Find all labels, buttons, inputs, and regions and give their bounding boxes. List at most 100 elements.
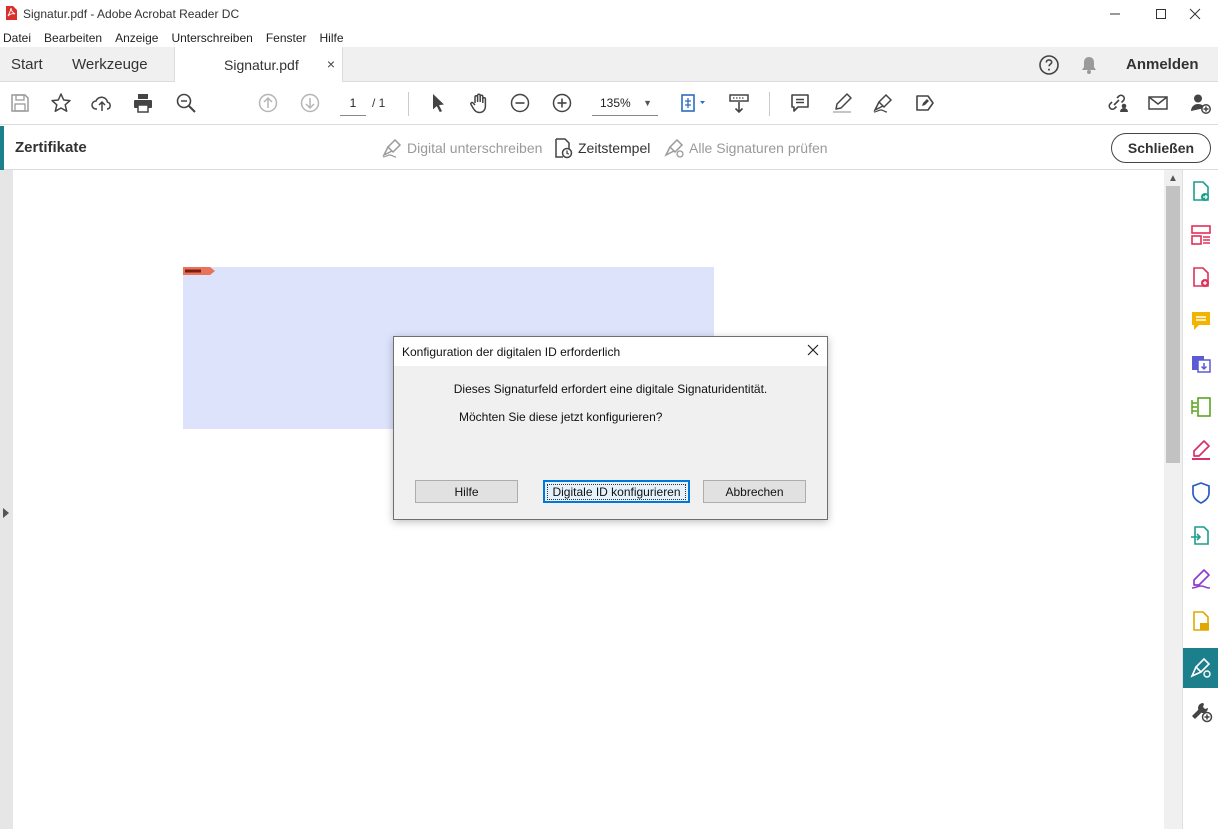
export-pdf-icon bbox=[1193, 181, 1209, 201]
certificates-accent-bar bbox=[0, 126, 4, 170]
sign-digitally-label: Digital unterschreiben bbox=[407, 140, 543, 156]
scroll-mode-icon bbox=[729, 94, 749, 114]
send-comments-tool[interactable] bbox=[1183, 602, 1218, 642]
upload-button[interactable] bbox=[90, 91, 114, 115]
expand-pane-arrow-icon[interactable] bbox=[3, 508, 9, 518]
bookmark-star-button[interactable] bbox=[49, 91, 73, 115]
arrow-down-circle-icon bbox=[300, 93, 320, 113]
tab-close-icon[interactable]: × bbox=[327, 56, 335, 72]
comment-icon bbox=[791, 94, 809, 112]
dialog-close-icon[interactable] bbox=[805, 342, 821, 358]
zoom-in-button[interactable] bbox=[550, 91, 574, 115]
tab-document[interactable]: Signatur.pdf × bbox=[174, 47, 343, 83]
save-button[interactable] bbox=[8, 91, 32, 115]
menu-bearbeiten[interactable]: Bearbeiten bbox=[44, 31, 102, 45]
highlight-button[interactable] bbox=[830, 91, 854, 115]
signin-button[interactable]: Anmelden bbox=[1126, 56, 1199, 73]
scrollbar-thumb[interactable] bbox=[1166, 186, 1180, 463]
scan-ocr-tool[interactable] bbox=[1183, 387, 1218, 427]
zoom-level-select[interactable]: 135% ▼ bbox=[592, 94, 658, 116]
timestamp-button[interactable]: Zeitstempel bbox=[552, 137, 650, 159]
tab-tools[interactable]: Werkzeuge bbox=[72, 56, 148, 73]
print-button[interactable] bbox=[131, 91, 155, 115]
digital-id-dialog: Konfiguration der digitalen ID erforderl… bbox=[393, 336, 828, 520]
dialog-cancel-button[interactable]: Abbrechen bbox=[703, 480, 806, 503]
minus-circle-icon bbox=[510, 93, 530, 113]
validate-all-label: Alle Signaturen prüfen bbox=[689, 140, 828, 156]
create-pdf-tool[interactable] bbox=[1183, 258, 1218, 298]
organize-pages-tool[interactable] bbox=[1183, 215, 1218, 255]
highlighter-pen-icon bbox=[833, 93, 852, 113]
fill-sign-icon bbox=[1192, 440, 1210, 460]
menu-datei[interactable]: Datei bbox=[3, 31, 31, 45]
configure-digital-id-button[interactable]: Digitale ID konfigurieren bbox=[543, 480, 690, 503]
certificates-tool[interactable] bbox=[1183, 648, 1218, 688]
menu-hilfe[interactable]: Hilfe bbox=[320, 31, 344, 45]
zoom-search-button[interactable] bbox=[174, 91, 198, 115]
page-number-input[interactable]: 1 bbox=[340, 94, 366, 116]
pen-validate-icon bbox=[664, 138, 684, 158]
organize-pages-icon bbox=[1191, 225, 1211, 245]
email-button[interactable] bbox=[1146, 91, 1170, 115]
close-icon bbox=[1189, 8, 1201, 20]
page-fit-button[interactable] bbox=[677, 91, 709, 115]
zoom-out-magnifier-icon bbox=[176, 93, 196, 113]
send-for-signature-button[interactable] bbox=[913, 91, 937, 115]
minimize-icon bbox=[1110, 13, 1120, 15]
main-toolbar: 1 / 1 135% ▼ bbox=[0, 82, 1218, 125]
comment-button[interactable] bbox=[788, 91, 812, 115]
arrow-up-circle-icon bbox=[258, 93, 278, 113]
shield-icon bbox=[1192, 482, 1210, 504]
dialog-message-2: Möchten Sie diese jetzt konfigurieren? bbox=[459, 410, 663, 424]
more-tools[interactable] bbox=[1183, 691, 1218, 731]
wrench-plus-icon bbox=[1192, 703, 1213, 723]
printer-icon bbox=[134, 94, 152, 113]
cursor-arrow-icon bbox=[433, 94, 444, 113]
request-signatures-tool[interactable] bbox=[1183, 559, 1218, 599]
menu-anzeige[interactable]: Anzeige bbox=[115, 31, 158, 45]
menu-fenster[interactable]: Fenster bbox=[266, 31, 307, 45]
share-link-button[interactable] bbox=[1104, 91, 1132, 115]
zoom-out-button[interactable] bbox=[508, 91, 532, 115]
pen-sign-icon bbox=[382, 138, 402, 158]
share-tool[interactable] bbox=[1183, 516, 1218, 556]
hand-tool-button[interactable] bbox=[467, 91, 491, 115]
dialog-header: Konfiguration der digitalen ID erforderl… bbox=[394, 337, 827, 366]
toolbar-divider bbox=[408, 92, 409, 116]
dialog-message-1: Dieses Signaturfeld erfordert eine digit… bbox=[453, 382, 768, 396]
left-navigation-pane-collapsed[interactable] bbox=[0, 170, 13, 829]
sign-digitally-button[interactable]: Digital unterschreiben bbox=[381, 137, 542, 159]
fountain-pen-sign-icon bbox=[873, 93, 893, 113]
close-certificates-button[interactable]: Schließen bbox=[1111, 133, 1211, 163]
scroll-up-arrow-icon[interactable]: ▲ bbox=[1168, 173, 1178, 184]
previous-page-button[interactable] bbox=[256, 91, 280, 115]
star-icon bbox=[51, 93, 71, 112]
vertical-scrollbar[interactable]: ▲ bbox=[1164, 170, 1182, 829]
minimize-button[interactable] bbox=[1092, 0, 1138, 28]
cloud-upload-icon bbox=[91, 96, 111, 111]
acrobat-app-icon bbox=[6, 6, 17, 20]
scrolling-mode-button[interactable] bbox=[727, 91, 751, 115]
link-share-icon bbox=[1108, 94, 1128, 112]
help-icon[interactable] bbox=[1038, 54, 1060, 76]
dialog-help-button[interactable]: Hilfe bbox=[415, 480, 518, 503]
window-title: Signatur.pdf - Adobe Acrobat Reader DC bbox=[23, 7, 240, 21]
menu-unterschreiben[interactable]: Unterschreiben bbox=[171, 31, 252, 45]
notifications-bell-icon[interactable] bbox=[1078, 54, 1100, 76]
sign-tool-button[interactable] bbox=[871, 91, 895, 115]
envelope-icon bbox=[1148, 96, 1168, 110]
fill-sign-tool[interactable] bbox=[1183, 430, 1218, 470]
add-user-button[interactable] bbox=[1188, 91, 1212, 115]
send-comments-icon bbox=[1193, 611, 1209, 631]
next-page-button[interactable] bbox=[298, 91, 322, 115]
select-tool-button[interactable] bbox=[426, 91, 450, 115]
protect-tool[interactable] bbox=[1183, 473, 1218, 513]
tab-start[interactable]: Start bbox=[11, 56, 43, 73]
send-sign-icon bbox=[916, 95, 934, 111]
comment-tool[interactable] bbox=[1183, 301, 1218, 341]
certificates-title: Zertifikate bbox=[15, 139, 87, 156]
send-for-review-tool[interactable] bbox=[1183, 344, 1218, 384]
export-pdf-tool[interactable] bbox=[1183, 172, 1218, 212]
close-window-button[interactable] bbox=[1172, 0, 1218, 28]
validate-all-button[interactable]: Alle Signaturen prüfen bbox=[663, 137, 828, 159]
